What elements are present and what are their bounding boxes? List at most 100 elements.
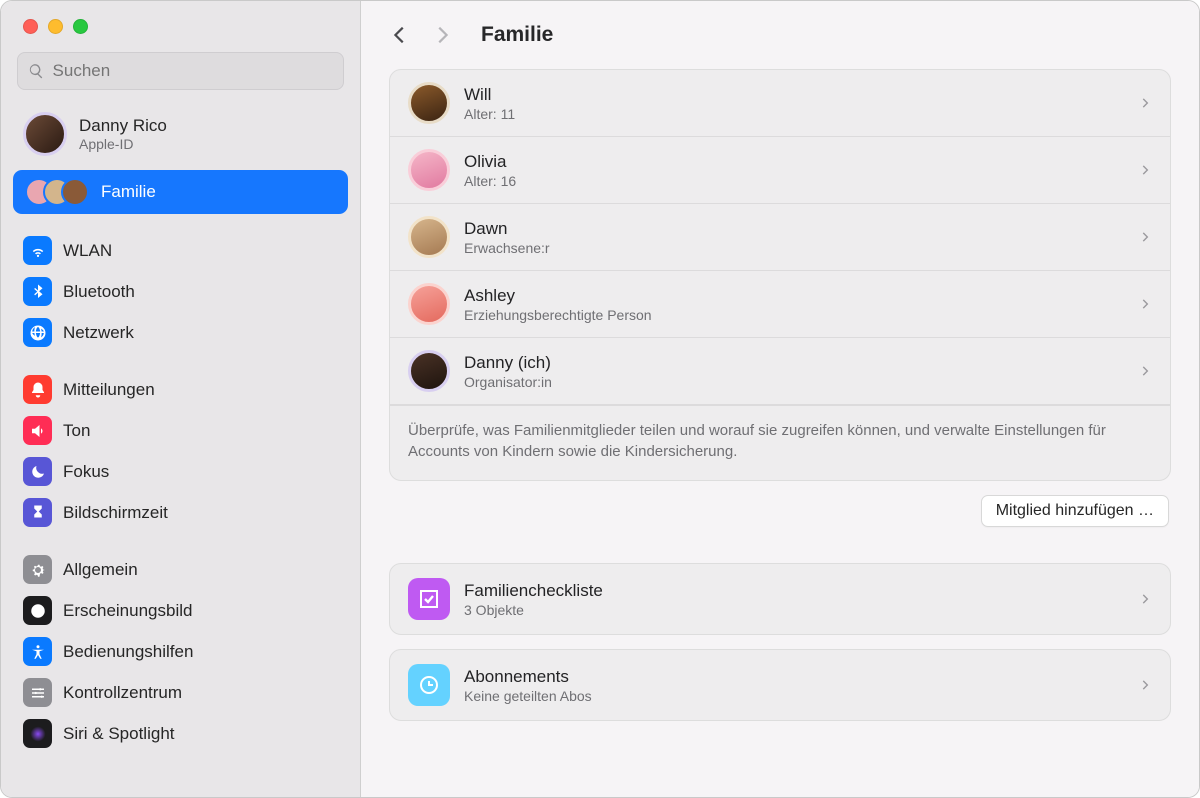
page-title: Familie: [481, 23, 553, 47]
sidebar-item-siri-spotlight[interactable]: Siri & Spotlight: [13, 713, 348, 754]
sidebar-item-netzwerk[interactable]: Netzwerk: [13, 312, 348, 353]
sliders-icon: [23, 678, 52, 707]
subscriptions-sub: Keine geteilten Abos: [464, 688, 1124, 704]
chevron-right-icon: [1138, 297, 1152, 311]
family-avatars-stack: [25, 178, 89, 206]
content-scroll[interactable]: WillAlter: 11OliviaAlter: 16DawnErwachse…: [361, 69, 1199, 797]
member-avatar: [408, 149, 450, 191]
chevron-right-icon: [1138, 230, 1152, 244]
wifi-icon: [23, 236, 52, 265]
hourglass-icon: [23, 498, 52, 527]
topbar: Familie: [361, 1, 1199, 69]
sidebar-item-label: Ton: [63, 421, 90, 441]
sidebar-item-ton[interactable]: Ton: [13, 410, 348, 451]
sidebar-item-allgemein[interactable]: Allgemein: [13, 549, 348, 590]
sidebar-item-fokus[interactable]: Fokus: [13, 451, 348, 492]
member-row[interactable]: DawnErwachsene:r: [390, 204, 1170, 271]
family-members-panel: WillAlter: 11OliviaAlter: 16DawnErwachse…: [389, 69, 1171, 481]
avatar: [61, 178, 89, 206]
chevron-right-icon: [1138, 96, 1152, 110]
account-name: Danny Rico: [79, 116, 167, 136]
sidebar-item-label: Erscheinungsbild: [63, 601, 192, 621]
member-avatar: [408, 350, 450, 392]
chevron-right-icon: [1138, 364, 1152, 378]
members-footer-text: Überprüfe, was Familienmitglieder teilen…: [390, 405, 1170, 480]
member-row[interactable]: Danny (ich)Organisator:in: [390, 338, 1170, 405]
member-sub: Alter: 16: [464, 173, 1124, 189]
sidebar-item-label: Mitteilungen: [63, 380, 155, 400]
member-avatar: [408, 82, 450, 124]
settings-window: Danny Rico Apple-ID Familie WLAN Bluetoot…: [0, 0, 1200, 798]
search-field[interactable]: [17, 52, 344, 90]
minimize-window-button[interactable]: [48, 19, 63, 34]
gear-icon: [23, 555, 52, 584]
sidebar-item-family[interactable]: Familie: [13, 170, 348, 214]
moon-icon: [23, 457, 52, 486]
sidebar-item-label: Bildschirmzeit: [63, 503, 168, 523]
sidebar-item-kontrollzentrum[interactable]: Kontrollzentrum: [13, 672, 348, 713]
chevron-right-icon: [1138, 678, 1152, 692]
sidebar-group-focus: Mitteilungen Ton Fokus Bildschirmzeit: [13, 369, 348, 533]
bell-icon: [23, 375, 52, 404]
account-avatar: [23, 112, 67, 156]
fullscreen-window-button[interactable]: [73, 19, 88, 34]
member-sub: Organisator:in: [464, 374, 1124, 390]
search-input[interactable]: [53, 61, 333, 81]
sidebar-group-general: Allgemein Erscheinungsbild Bedienungshilfe…: [13, 549, 348, 754]
checklist-sub: 3 Objekte: [464, 602, 1124, 618]
sidebar-item-label: Fokus: [63, 462, 109, 482]
member-avatar: [408, 283, 450, 325]
back-button[interactable]: [389, 24, 411, 46]
search-container: [1, 48, 360, 104]
member-name: Will: [464, 85, 1124, 105]
member-name: Danny (ich): [464, 353, 1124, 373]
sidebar-group-network: WLAN Bluetooth Netzwerk: [13, 230, 348, 353]
sidebar-item-wlan[interactable]: WLAN: [13, 230, 348, 271]
sidebar-item-label: Familie: [101, 182, 156, 202]
sidebar-item-account[interactable]: Danny Rico Apple-ID: [13, 104, 348, 164]
siri-icon: [23, 719, 52, 748]
member-row[interactable]: WillAlter: 11: [390, 70, 1170, 137]
window-controls: [1, 1, 360, 48]
sidebar-scroll: Danny Rico Apple-ID Familie WLAN Bluetoot…: [1, 104, 360, 797]
globe-icon: [23, 318, 52, 347]
member-sub: Erwachsene:r: [464, 240, 1124, 256]
sidebar-item-mitteilungen[interactable]: Mitteilungen: [13, 369, 348, 410]
member-name: Olivia: [464, 152, 1124, 172]
subscriptions-title: Abonnements: [464, 667, 1124, 687]
sidebar-item-bildschirmzeit[interactable]: Bildschirmzeit: [13, 492, 348, 533]
account-sub: Apple-ID: [79, 136, 167, 152]
sidebar-item-bluetooth[interactable]: Bluetooth: [13, 271, 348, 312]
add-member-button[interactable]: Mitglied hinzufügen …: [981, 495, 1169, 527]
sidebar: Danny Rico Apple-ID Familie WLAN Bluetoot…: [1, 1, 361, 797]
sidebar-item-label: Bluetooth: [63, 282, 135, 302]
sidebar-item-label: Bedienungshilfen: [63, 642, 193, 662]
sidebar-item-label: Netzwerk: [63, 323, 134, 343]
sidebar-item-label: WLAN: [63, 241, 112, 261]
search-icon: [28, 62, 45, 80]
chevron-right-icon: [1138, 163, 1152, 177]
close-window-button[interactable]: [23, 19, 38, 34]
chevron-right-icon: [1138, 592, 1152, 606]
sidebar-item-bedienungshilfen[interactable]: Bedienungshilfen: [13, 631, 348, 672]
checklist-title: Familiencheckliste: [464, 581, 1124, 601]
member-avatar: [408, 216, 450, 258]
forward-button[interactable]: [431, 24, 453, 46]
member-name: Ashley: [464, 286, 1124, 306]
sidebar-item-erscheinungsbild[interactable]: Erscheinungsbild: [13, 590, 348, 631]
checklist-icon: [408, 578, 450, 620]
bluetooth-icon: [23, 277, 52, 306]
sidebar-item-label: Siri & Spotlight: [63, 724, 175, 744]
content-area: Familie WillAlter: 11OliviaAlter: 16Dawn…: [361, 1, 1199, 797]
checklist-panel: Familiencheckliste 3 Objekte: [389, 563, 1171, 635]
member-sub: Erziehungsberechtigte Person: [464, 307, 1124, 323]
subscriptions-row[interactable]: Abonnements Keine geteilten Abos: [390, 650, 1170, 720]
speaker-icon: [23, 416, 52, 445]
member-row[interactable]: AshleyErziehungsberechtigte Person: [390, 271, 1170, 338]
member-row[interactable]: OliviaAlter: 16: [390, 137, 1170, 204]
member-name: Dawn: [464, 219, 1124, 239]
family-checklist-row[interactable]: Familiencheckliste 3 Objekte: [390, 564, 1170, 634]
subscriptions-icon: [408, 664, 450, 706]
add-member-wrap: Mitglied hinzufügen …: [389, 495, 1169, 527]
accessibility-icon: [23, 637, 52, 666]
